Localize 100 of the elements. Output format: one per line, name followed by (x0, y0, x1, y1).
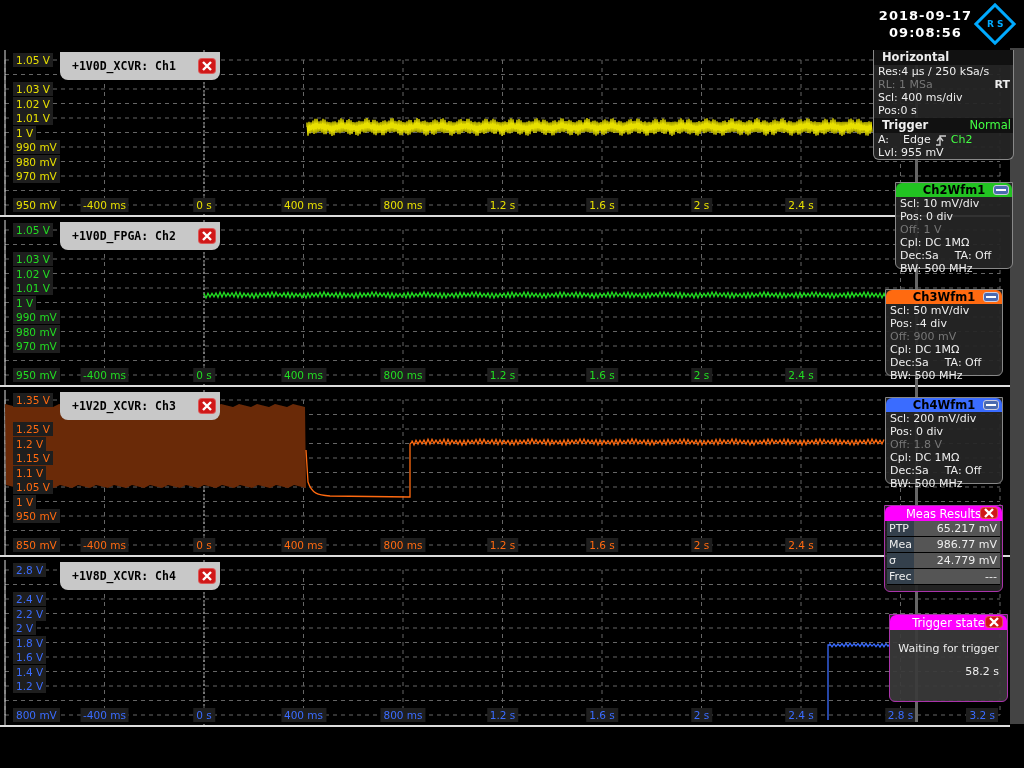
panel-title: Ch3Wfm1 (912, 290, 976, 304)
panel-title: Trigger (882, 119, 929, 132)
y-axis-label: 950 mV (13, 368, 60, 382)
setting-text: Pos: -4 div (889, 317, 948, 330)
close-icon (202, 571, 212, 581)
y-axis-label: 1.01 V (13, 111, 53, 125)
close-button[interactable] (980, 507, 998, 519)
mode-label: RT (994, 78, 1011, 91)
x-axis-label: 2.4 s (785, 538, 817, 552)
x-axis-label: -400 ms (80, 538, 129, 552)
setting-text: Pos: 0 div (899, 210, 954, 223)
y-axis-label: 1.15 V (13, 451, 53, 465)
y-axis-label: 1.05 V (13, 53, 53, 67)
x-axis-label: 2 s (690, 198, 713, 212)
setting-text: BW: 500 MHz (899, 262, 974, 275)
x-axis-label: 800 ms (380, 708, 426, 722)
y-axis-label: 2.4 V (13, 592, 47, 606)
x-axis-label: 1.2 s (486, 368, 519, 382)
setting-text: Res:4 µs / 250 kSa/s (877, 65, 991, 78)
setting-text: Cpl: DC 1MΩ (889, 343, 961, 356)
x-axis-label: 400 ms (280, 538, 327, 552)
x-axis-label: -400 ms (80, 368, 129, 382)
y-axis-label: 1.05 V (13, 480, 53, 494)
table-cell: 65.217 mV (914, 521, 1000, 536)
y-axis-label: 1 V (13, 295, 37, 310)
table-cell: Mea (887, 537, 914, 552)
minimize-icon (986, 403, 996, 407)
close-icon (984, 508, 994, 518)
status-message: Waiting for trigger (897, 642, 1000, 655)
minimize-button[interactable] (993, 185, 1009, 195)
setting-text: TA: Off (944, 356, 982, 369)
rising-edge-icon (934, 133, 947, 146)
setting-text: Cpl: DC 1MΩ (889, 451, 961, 464)
y-axis-label: 1 V (13, 125, 37, 140)
elapsed-time: 58.2 s (964, 665, 1000, 678)
close-icon (989, 617, 999, 627)
trigger-mode: Normal (969, 119, 1011, 132)
panel-title: Trigger state (912, 615, 985, 630)
minimize-button[interactable] (983, 400, 999, 410)
y-axis-label: 990 mV (13, 310, 60, 324)
x-axis-label: 0 s (193, 538, 215, 552)
x-axis-label: 0 s (193, 198, 215, 212)
y-axis-label: 970 mV (13, 169, 60, 183)
x-axis-label: 1.2 s (486, 198, 519, 212)
x-axis-label: 2.8 s (884, 708, 917, 722)
y-axis-label: 800 mV (13, 708, 60, 722)
setting-text: Dec:Sa (890, 356, 929, 369)
setting-text: A: (878, 133, 890, 146)
channel-name: +1V2D_XCVR: Ch3 (72, 399, 176, 413)
setting-text: Off: 1.8 V (889, 438, 943, 451)
setting-text: BW: 500 MHz (889, 477, 964, 490)
table-cell: 24.779 mV (914, 553, 1000, 568)
setting-text: BW: 500 MHz (889, 369, 964, 382)
x-axis-label: 400 ms (280, 368, 327, 382)
x-axis-label: 1.6 s (586, 198, 618, 212)
y-axis-label: 980 mV (13, 324, 60, 339)
close-button[interactable] (198, 568, 216, 584)
trigger-source: Ch2 (950, 133, 973, 146)
y-axis-label: 980 mV (13, 154, 60, 169)
close-icon (202, 61, 212, 71)
setting-text: Off: 1 V (899, 223, 943, 236)
setting-text: Dec:Sa (890, 464, 929, 477)
x-axis-label: 2 s (690, 538, 713, 552)
y-axis-label: 1.03 V (13, 252, 53, 266)
close-button[interactable] (198, 398, 216, 414)
x-axis-label: 2 s (690, 708, 713, 722)
x-axis-label: 0 s (193, 708, 215, 722)
setting-text: TA: Off (944, 464, 982, 477)
panel-title: Meas Results (905, 506, 982, 521)
x-axis-label: 2 s (690, 368, 713, 382)
y-axis-label: 1.02 V (13, 266, 53, 281)
setting-text: Scl: 50 mV/div (889, 304, 971, 317)
close-button[interactable] (198, 228, 216, 244)
y-axis-label: 850 mV (13, 538, 60, 552)
table-cell: σ (887, 553, 914, 568)
scrollbar[interactable] (1010, 48, 1024, 724)
setting-text: Lvl: 955 mV (877, 146, 945, 159)
logo-icon: R S (973, 2, 1017, 46)
x-axis-label: 1.6 s (586, 708, 618, 722)
x-axis-label: 2.4 s (785, 708, 817, 722)
table-cell: --- (914, 569, 1000, 584)
setting-text: Pos:0 s (877, 104, 918, 117)
channel-name: +1V0D_XCVR: Ch1 (72, 59, 176, 73)
table-cell: PTP (887, 521, 914, 536)
x-axis-label: 1.2 s (486, 538, 519, 552)
y-axis-label: 2 V (13, 621, 37, 635)
y-axis-label: 950 mV (13, 198, 60, 212)
close-icon (202, 401, 212, 411)
panel-title: Ch4Wfm1 (912, 398, 976, 412)
close-button[interactable] (985, 616, 1003, 628)
close-button[interactable] (198, 58, 216, 74)
y-axis-label: 1.02 V (13, 96, 53, 111)
panel-title: Horizontal (874, 50, 1013, 65)
y-axis-label: 1.2 V (13, 679, 47, 693)
minimize-button[interactable] (983, 292, 999, 302)
x-axis-label: 0 s (193, 368, 215, 382)
setting-text: Scl: 400 ms/div (877, 91, 964, 104)
y-axis-label: 1.03 V (13, 82, 53, 96)
y-axis-label: 1.6 V (13, 650, 47, 664)
x-axis-label: 2.4 s (785, 368, 817, 382)
